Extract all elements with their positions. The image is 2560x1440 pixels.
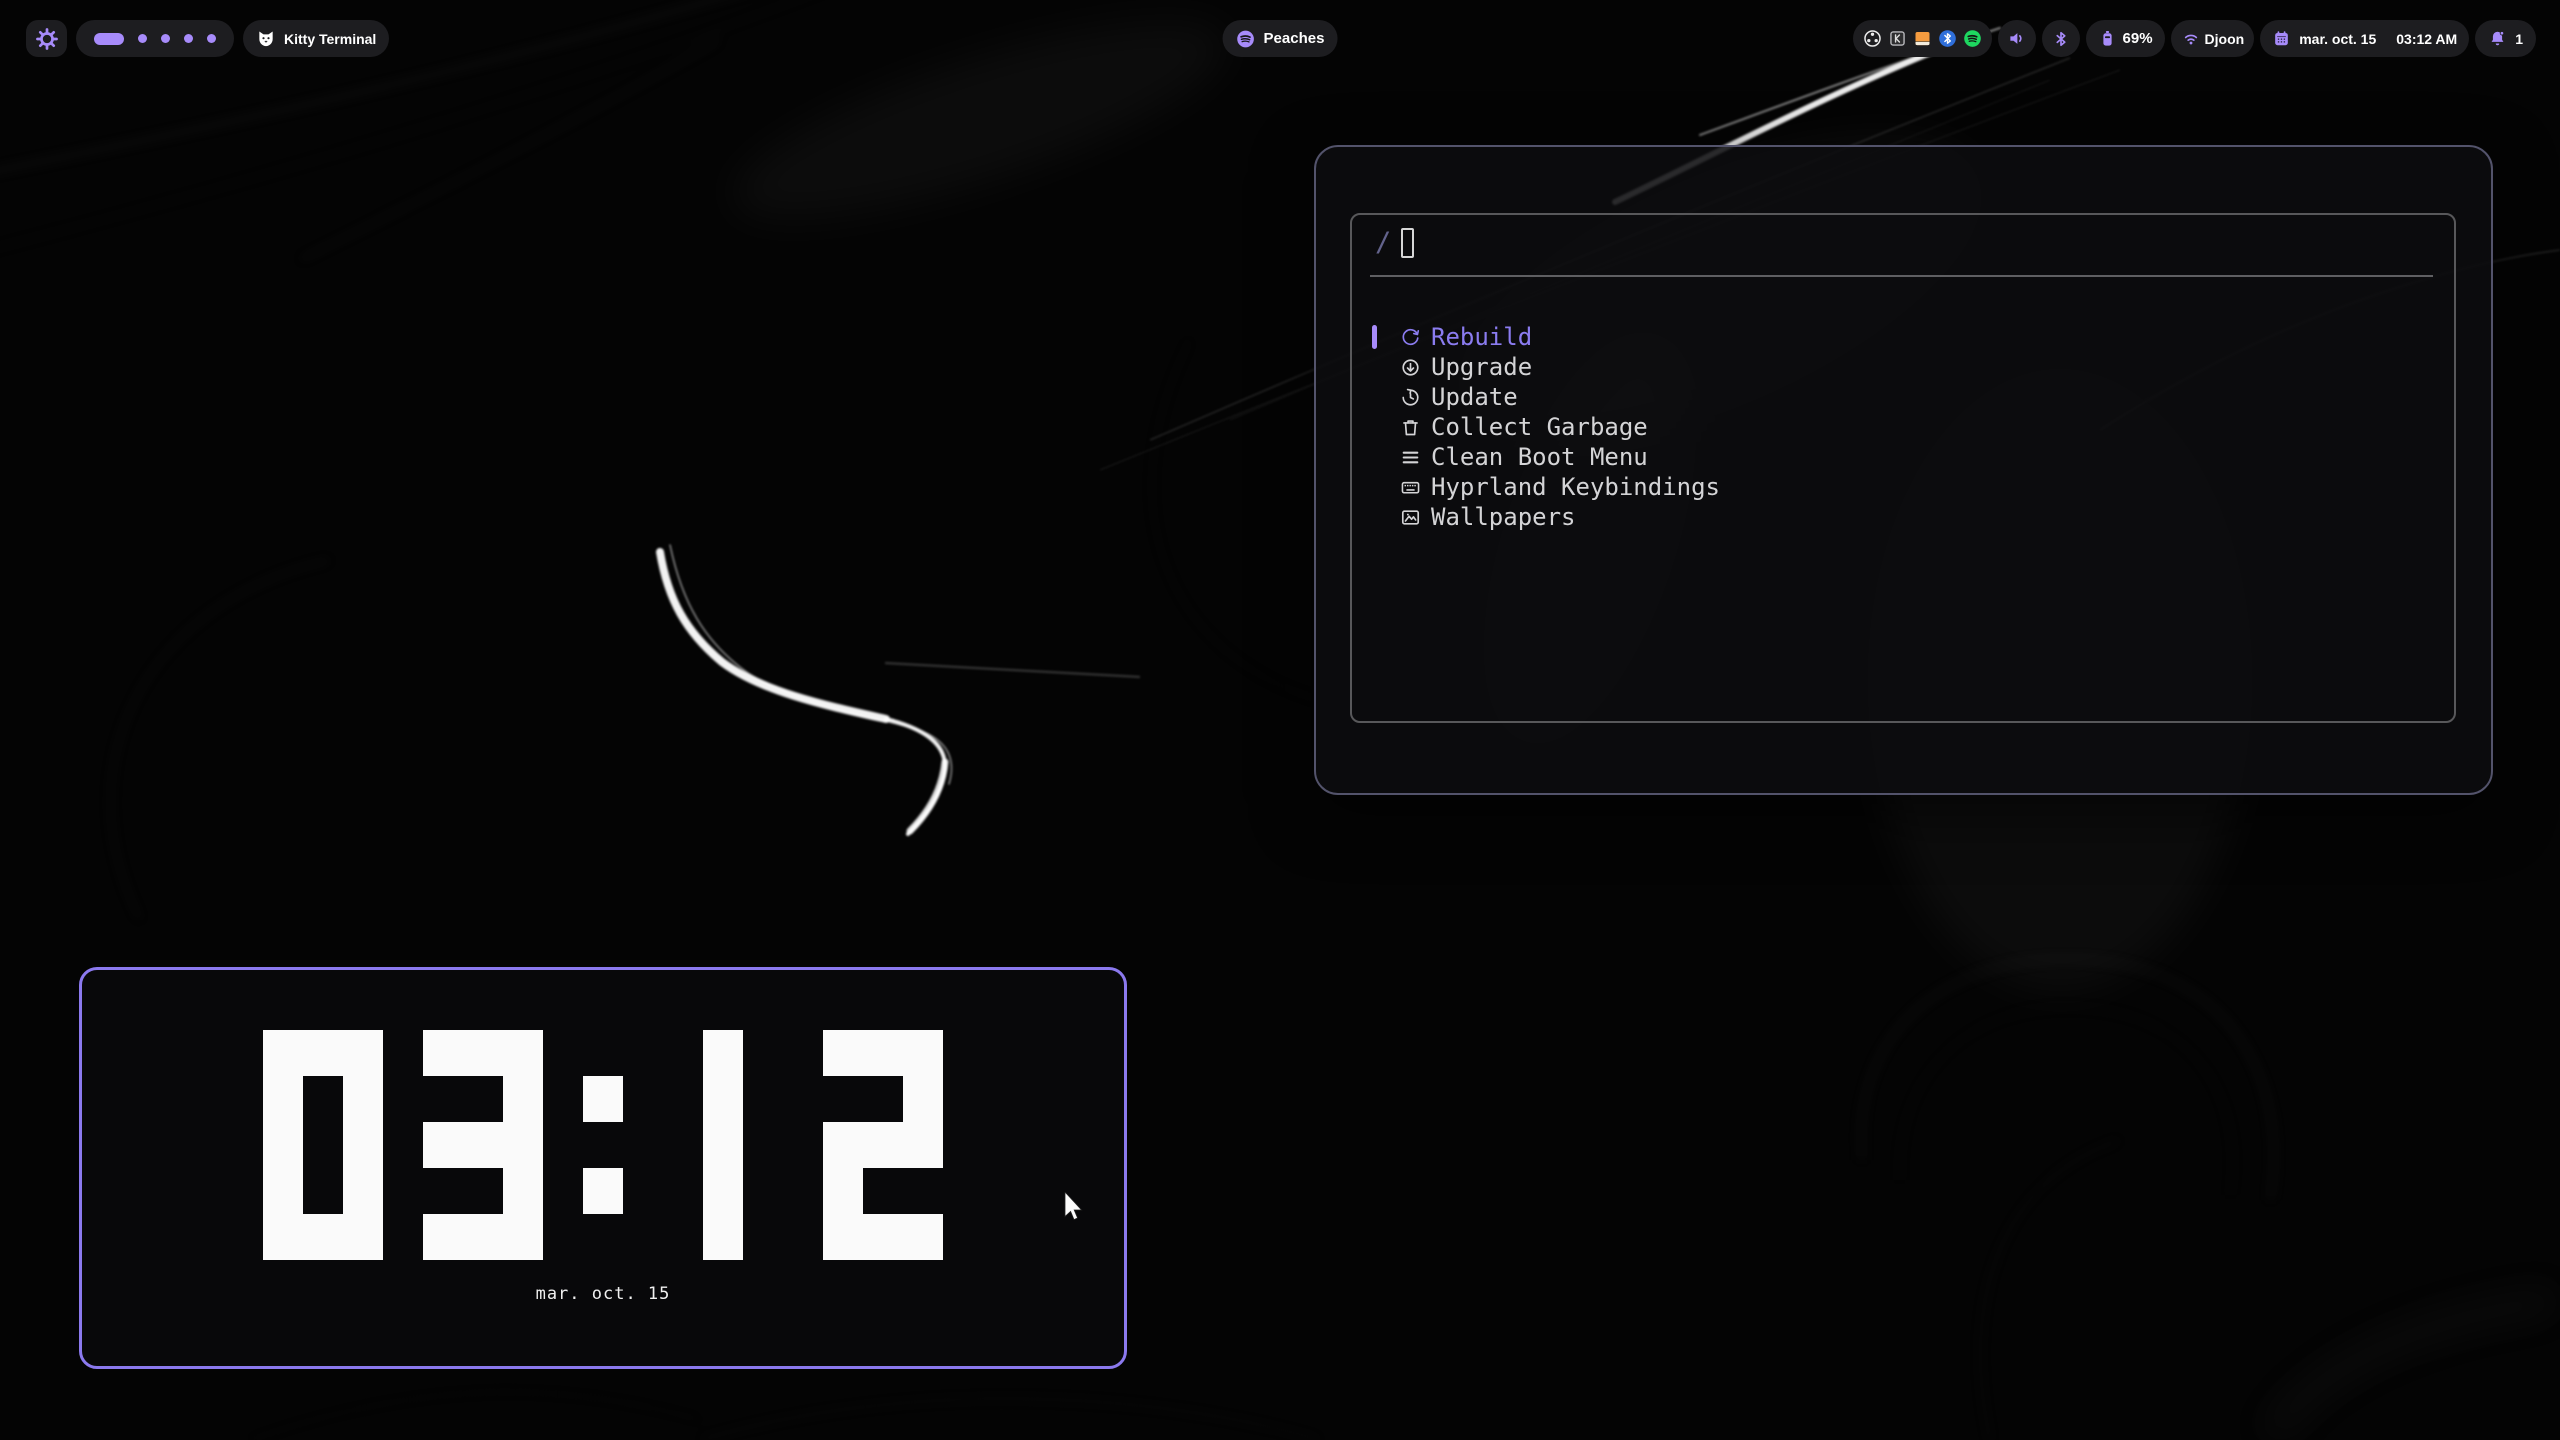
notifications[interactable]: 1 <box>2475 20 2536 57</box>
launcher-button[interactable] <box>26 20 67 57</box>
launcher-box: / Rebuild Upgra <box>1350 213 2456 723</box>
bluetooth-control[interactable] <box>2042 20 2080 57</box>
menu-item-label: Hyprland Keybindings <box>1431 473 1720 501</box>
notification-count: 1 <box>2515 31 2523 47</box>
nix-gear-icon <box>34 26 60 52</box>
media-title: Peaches <box>1264 30 1325 47</box>
obs-icon[interactable] <box>1862 28 1883 49</box>
search-prompt: / <box>1375 227 1391 258</box>
menu-item-upgrade[interactable]: Upgrade <box>1352 352 2454 382</box>
menu-item-collect-garbage[interactable]: Collect Garbage <box>1352 412 2454 442</box>
bar-date: mar. oct. 15 <box>2299 31 2376 47</box>
selection-indicator <box>1372 325 1377 349</box>
launcher-panel: / Rebuild Upgra <box>1314 145 2493 795</box>
menu-item-label: Rebuild <box>1431 323 1532 351</box>
mouse-cursor <box>1064 1192 1084 1222</box>
battery-level: 69% <box>2123 30 2153 47</box>
menu-item-label: Upgrade <box>1431 353 1532 381</box>
system-tray <box>1853 20 1992 57</box>
image-icon <box>1399 506 1421 528</box>
workspace-dot[interactable] <box>138 34 147 43</box>
menu-item-rebuild[interactable]: Rebuild <box>1352 322 2454 352</box>
spotify-icon[interactable] <box>1962 28 1983 49</box>
calendar-icon <box>2272 29 2291 48</box>
battery-status[interactable]: 69% <box>2086 20 2165 57</box>
speaker-icon <box>2006 28 2027 49</box>
focused-window[interactable]: Kitty Terminal <box>243 20 389 57</box>
datetime[interactable]: mar. oct. 15 03:12 AM <box>2260 20 2469 57</box>
divider <box>1370 275 2433 277</box>
clock-widget: mar. oct. 15 <box>79 967 1127 1369</box>
menu-item-wallpapers[interactable]: Wallpapers <box>1352 502 2454 532</box>
update-icon <box>1399 386 1421 408</box>
menu-item-label: Update <box>1431 383 1518 411</box>
workspace-dot[interactable] <box>161 34 170 43</box>
menu-item-label: Collect Garbage <box>1431 413 1648 441</box>
menu-item-label: Clean Boot Menu <box>1431 443 1648 471</box>
clock-date: mar. oct. 15 <box>82 1284 1124 1304</box>
search-input[interactable]: / <box>1352 215 2454 275</box>
cat-icon <box>256 29 276 49</box>
launcher-menu: Rebuild Upgrade Update <box>1352 322 2454 532</box>
keyboard-icon <box>1399 476 1421 498</box>
bar-time: 03:12 AM <box>2396 31 2457 47</box>
clock-time <box>82 1030 1124 1260</box>
list-icon <box>1399 446 1421 468</box>
menu-item-update[interactable]: Update <box>1352 382 2454 412</box>
menu-item-hyprland-keybindings[interactable]: Hyprland Keybindings <box>1352 472 2454 502</box>
workspace-pill-active[interactable] <box>94 33 124 45</box>
wifi-icon <box>2181 29 2201 49</box>
text-cursor <box>1401 228 1414 258</box>
bluetooth-icon <box>2051 29 2071 49</box>
bluetooth-icon[interactable] <box>1937 28 1958 49</box>
status-bar: Kitty Terminal Peaches <box>0 0 2560 76</box>
wifi-ssid: Djoon <box>2205 31 2245 47</box>
rebuild-icon <box>1399 326 1421 348</box>
workspaces[interactable] <box>76 20 234 57</box>
menu-item-label: Wallpapers <box>1431 503 1576 531</box>
spotify-icon <box>1236 29 1256 49</box>
network-status[interactable]: Djoon <box>2171 20 2255 57</box>
volume-control[interactable] <box>1998 20 2036 57</box>
battery-icon <box>2098 29 2117 48</box>
k-app-icon[interactable] <box>1887 28 1908 49</box>
workspace-dot[interactable] <box>184 34 193 43</box>
upgrade-icon <box>1399 356 1421 378</box>
menu-item-clean-boot-menu[interactable]: Clean Boot Menu <box>1352 442 2454 472</box>
workspace-dot[interactable] <box>207 34 216 43</box>
files-icon[interactable] <box>1912 28 1933 49</box>
bell-icon <box>2488 29 2507 48</box>
trash-icon <box>1399 416 1421 438</box>
media-player[interactable]: Peaches <box>1223 20 1338 57</box>
focused-window-title: Kitty Terminal <box>284 31 376 47</box>
